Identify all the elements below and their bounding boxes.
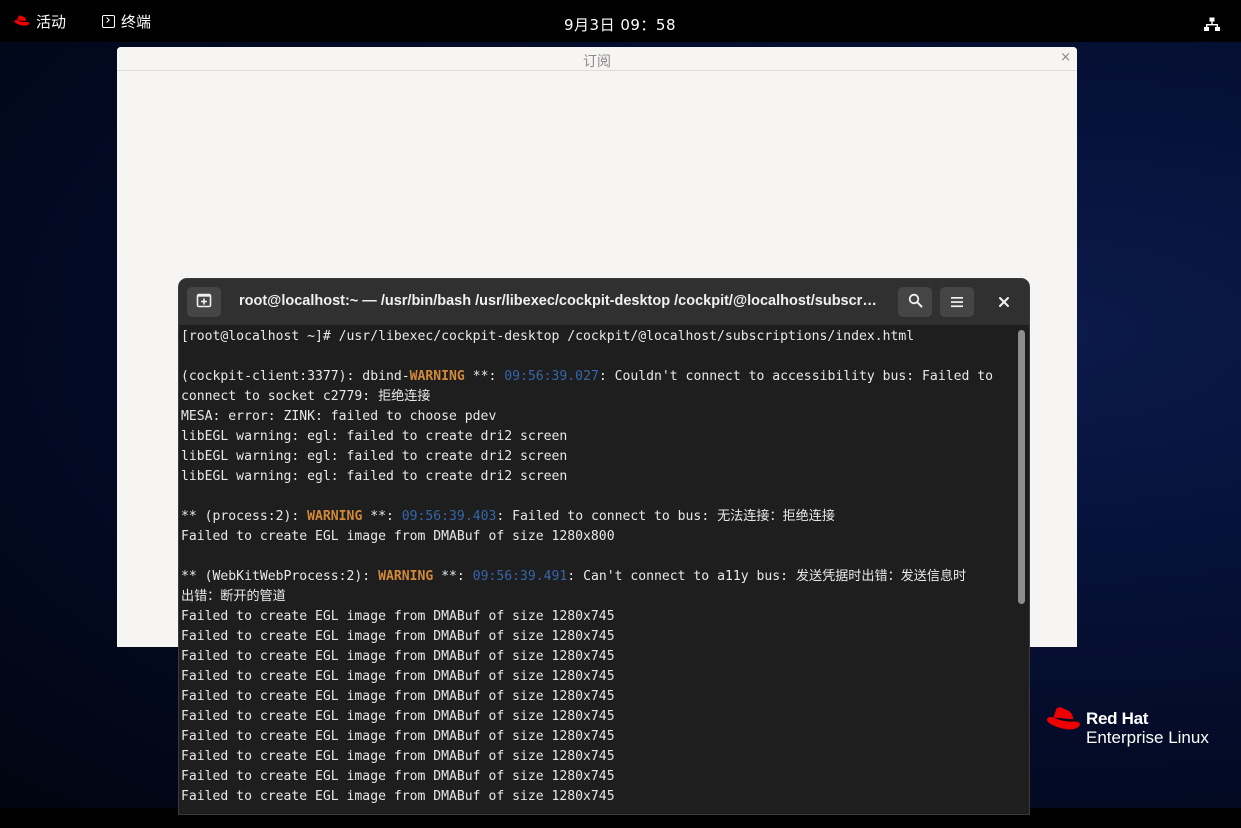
desktop-background: 活动 终端 9月3日 09：58 订阅 × Red Hat Enterprise…: [0, 0, 1241, 828]
terminal-line: Failed to create EGL image from DMABuf o…: [181, 649, 615, 664]
hamburger-menu-icon: [950, 293, 964, 312]
terminal-line: Failed to create EGL image from DMABuf o…: [181, 629, 615, 644]
subscription-title: 订阅: [583, 54, 611, 70]
terminal-line: Failed to create EGL image from DMABuf o…: [181, 749, 615, 764]
terminal-line: libEGL warning: egl: failed to create dr…: [181, 469, 568, 484]
terminal-line: MESA: error: ZINK: failed to choose pdev: [181, 409, 497, 424]
subscription-close-button[interactable]: ×: [1060, 50, 1071, 65]
terminal-scrollbar[interactable]: [1015, 327, 1029, 814]
terminal-line: Failed to create EGL image from DMABuf o…: [181, 609, 615, 624]
terminal-title: root@localhost:~ — /usr/bin/bash /usr/li…: [239, 293, 879, 309]
app-menu-label: 终端: [121, 12, 152, 31]
terminal-line: libEGL warning: egl: failed to create dr…: [181, 429, 568, 444]
terminal-window: root@localhost:~ — /usr/bin/bash /usr/li…: [179, 279, 1029, 814]
red-hat-icon: [14, 15, 30, 27]
terminal-line: Failed to create EGL image from DMABuf o…: [181, 709, 615, 724]
terminal-line: Failed to create EGL image from DMABuf o…: [181, 529, 615, 544]
red-hat-logo-icon: [1046, 706, 1082, 736]
close-icon: [998, 293, 1010, 312]
network-wired-icon[interactable]: [1204, 17, 1220, 36]
red-hat-enterprise-linux-logo: Red Hat Enterprise Linux: [1046, 706, 1209, 747]
terminal-line: ** (WebKitWebProcess:2): WARNING **: 09:…: [181, 569, 967, 584]
terminal-line: ** (process:2): WARNING **: 09:56:39.403…: [181, 509, 835, 524]
activities-label: 活动: [36, 12, 67, 31]
terminal-line: [root@localhost ~]# /usr/libexec/cockpit…: [181, 329, 915, 344]
terminal-line: libEGL warning: egl: failed to create dr…: [181, 449, 568, 464]
brand-product: Enterprise Linux: [1086, 728, 1209, 747]
terminal-line: connect to socket c2779: 拒绝连接: [181, 389, 431, 404]
top-bar: 活动 终端 9月3日 09：58: [0, 0, 1241, 42]
app-menu-terminal[interactable]: 终端: [102, 10, 151, 32]
terminal-headerbar: root@localhost:~ — /usr/bin/bash /usr/li…: [179, 279, 1029, 325]
search-button[interactable]: [898, 287, 932, 317]
search-icon: [908, 293, 923, 312]
main-menu-button[interactable]: [940, 287, 974, 317]
brand-name: Red Hat: [1086, 709, 1149, 728]
terminal-line: Failed to create EGL image from DMABuf o…: [181, 669, 615, 684]
terminal-line: (cockpit-client:3377): dbind-WARNING **:…: [181, 369, 993, 384]
terminal-line: 出错：断开的管道: [181, 589, 286, 604]
scrollbar-thumb[interactable]: [1018, 330, 1025, 604]
terminal-close-button[interactable]: [987, 287, 1021, 317]
clock[interactable]: 9月3日 09：58: [520, 14, 720, 35]
new-tab-button[interactable]: [187, 287, 221, 317]
terminal-icon: [102, 14, 115, 28]
subscription-titlebar: 订阅 ×: [117, 47, 1077, 71]
terminal-line: Failed to create EGL image from DMABuf o…: [181, 769, 615, 784]
activities-button[interactable]: 活动: [14, 10, 66, 32]
terminal-line: Failed to create EGL image from DMABuf o…: [181, 689, 615, 704]
terminal-line: Failed to create EGL image from DMABuf o…: [181, 789, 615, 804]
terminal-line: Failed to create EGL image from DMABuf o…: [181, 729, 615, 744]
new-tab-icon: [196, 292, 212, 312]
terminal-output[interactable]: [root@localhost ~]# /usr/libexec/cockpit…: [179, 327, 1015, 814]
